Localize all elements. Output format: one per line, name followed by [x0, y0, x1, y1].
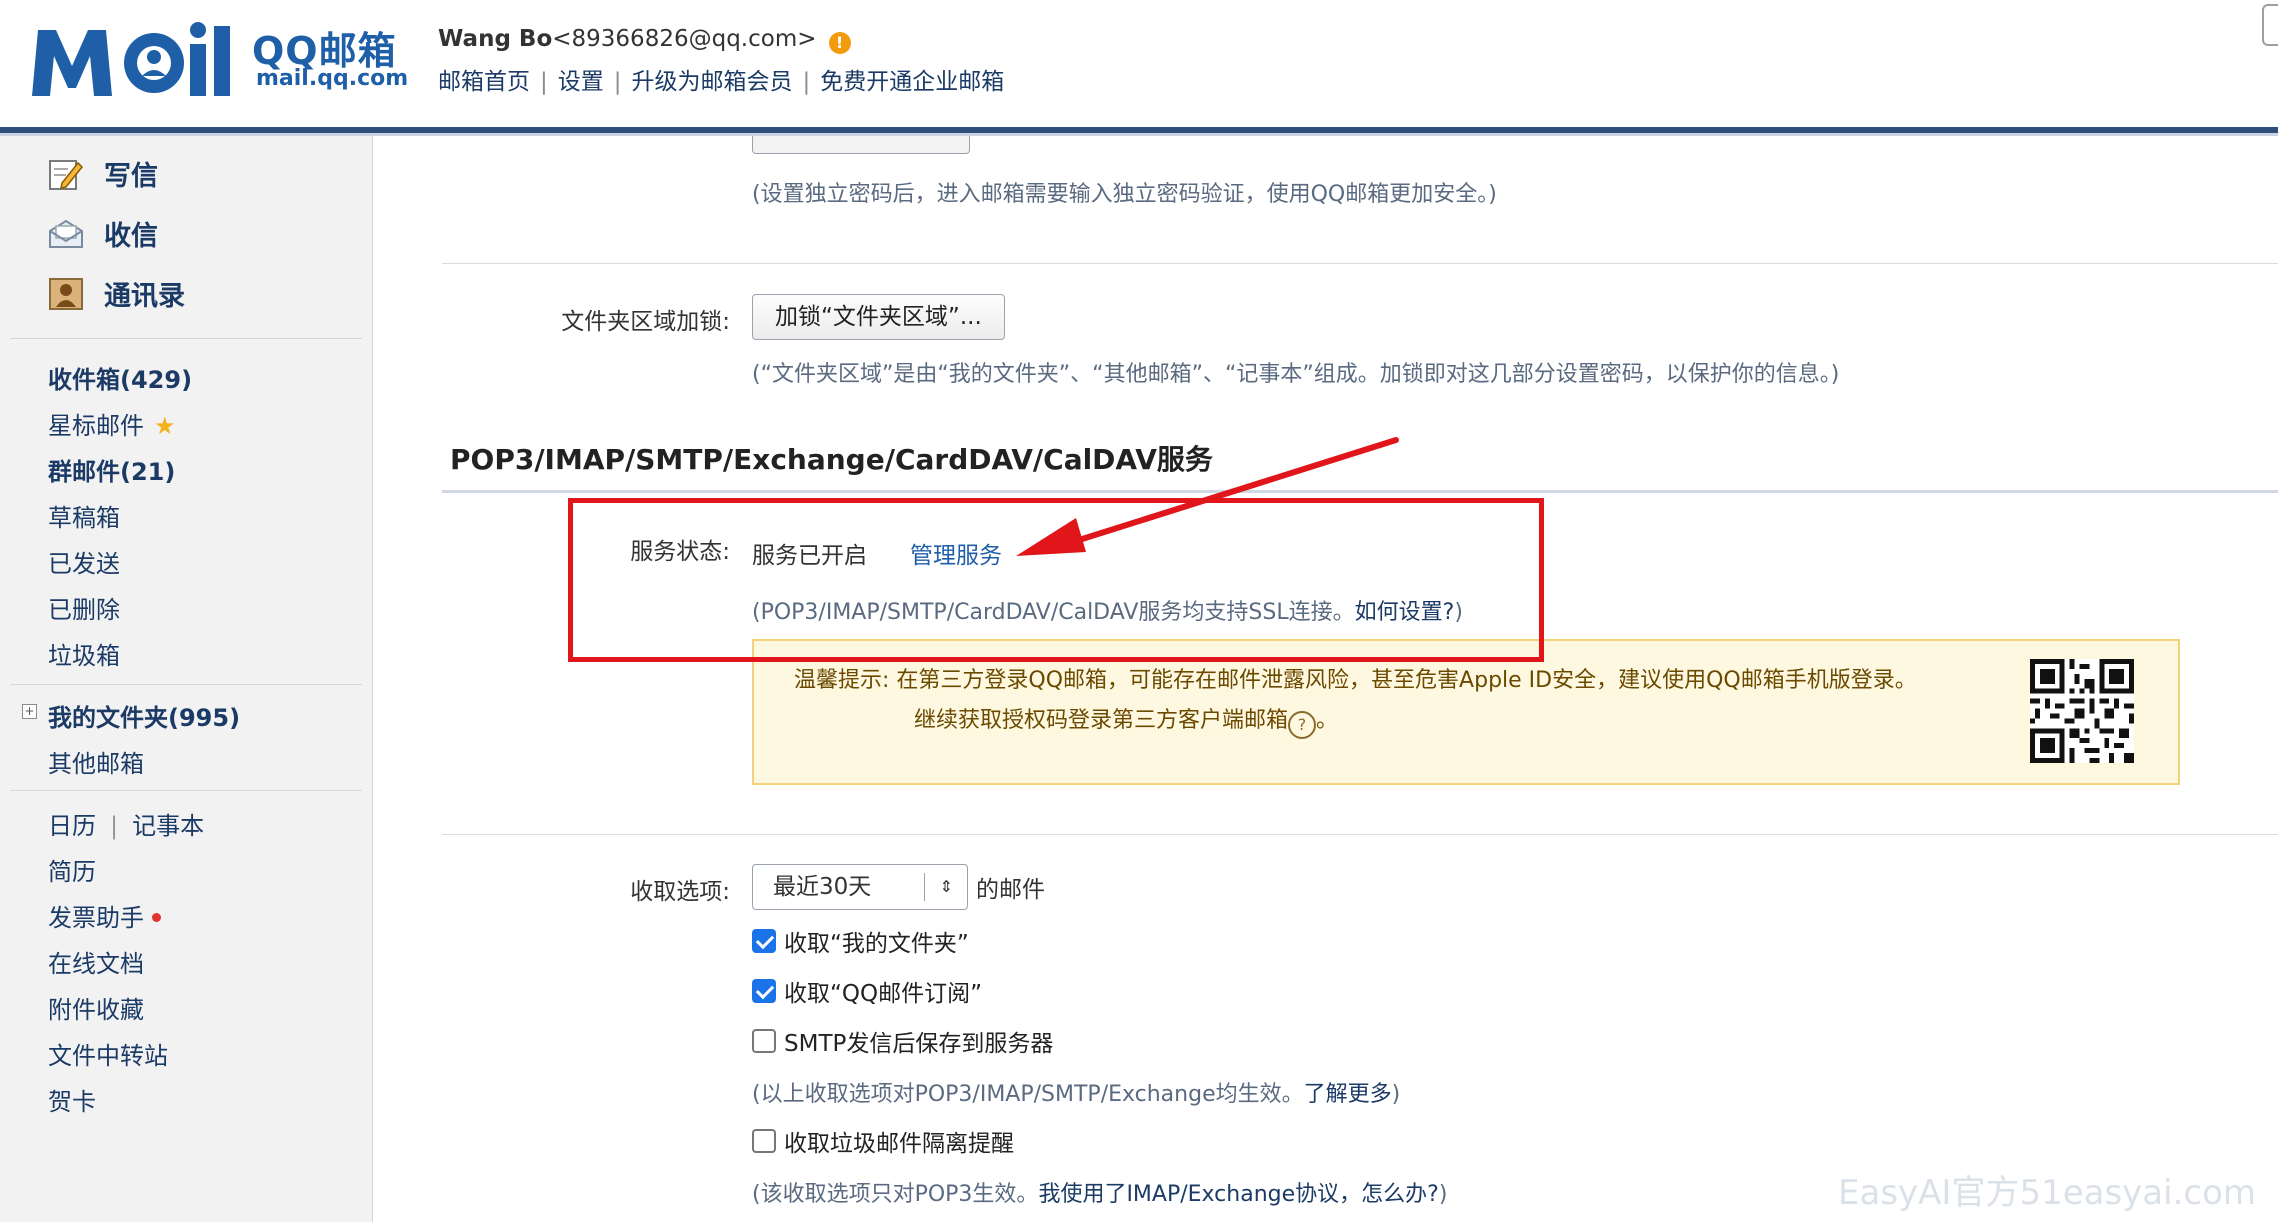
annotation-arrow-icon [1016, 437, 1399, 556]
watermark: EasyAI官方51easyai.com [1838, 1173, 2256, 1213]
